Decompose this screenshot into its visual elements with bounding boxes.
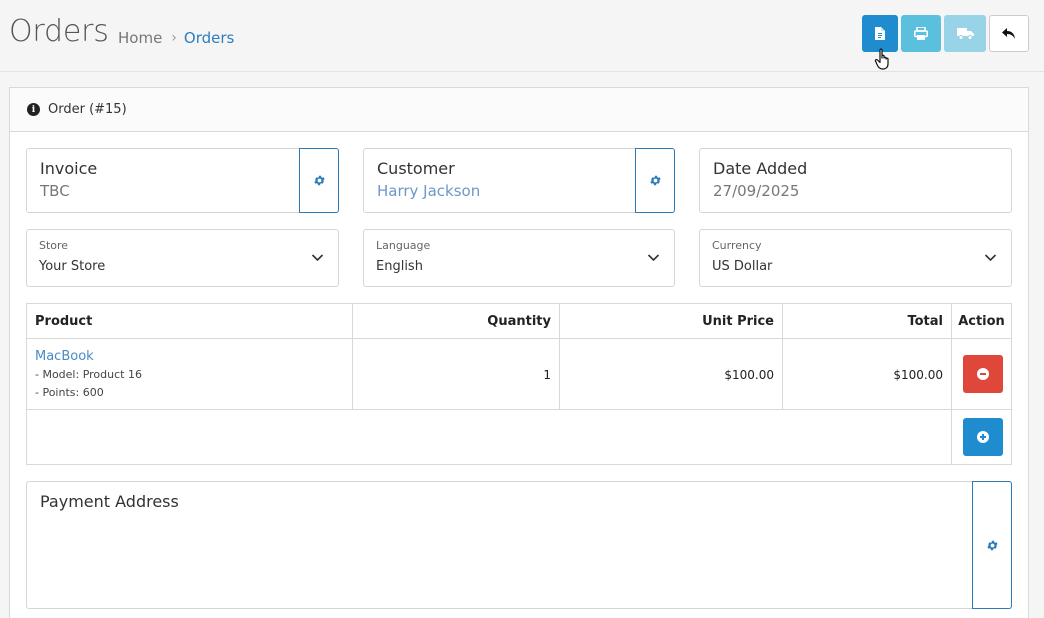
print-button[interactable]	[901, 15, 941, 52]
column-header-product: Product	[27, 304, 353, 339]
breadcrumb-orders[interactable]: Orders	[184, 29, 234, 47]
store-select-value: Your Store	[39, 259, 106, 274]
invoice-value: TBC	[40, 182, 70, 200]
date-added-card: Date Added 27/09/2025	[699, 148, 1012, 213]
info-icon: i	[27, 103, 40, 116]
customer-card: Customer Harry Jackson	[363, 148, 675, 213]
breadcrumb-separator: ›	[171, 30, 177, 46]
invoice-label: Invoice	[40, 159, 98, 178]
panel-heading: i Order (#15)	[10, 88, 1028, 132]
panel-title: Order (#15)	[48, 102, 127, 117]
customer-settings-button[interactable]	[635, 148, 675, 213]
product-points: - Points: 600	[35, 386, 104, 399]
action-cell	[952, 339, 1011, 410]
chevron-down-icon	[647, 254, 660, 262]
total-value: $100.00	[893, 368, 943, 382]
store-select[interactable]: Store Your Store	[26, 229, 339, 287]
gear-icon	[649, 175, 661, 186]
minus-circle-icon	[977, 368, 989, 380]
column-header-action: Action	[952, 304, 1011, 339]
chevron-down-icon	[311, 254, 324, 262]
unit-price-cell: $100.00	[560, 339, 783, 410]
customer-label: Customer	[377, 159, 455, 178]
unit-price-value: $100.00	[724, 368, 774, 382]
page-title: Orders	[9, 14, 109, 49]
payment-address-settings-button[interactable]	[972, 481, 1012, 609]
reply-icon	[1002, 27, 1015, 39]
gear-icon	[986, 540, 998, 550]
total-cell: $100.00	[783, 339, 952, 410]
quantity-cell: 1	[353, 339, 560, 410]
hand-cursor-icon	[874, 48, 889, 70]
add-product-button[interactable]	[963, 418, 1003, 456]
invoice-button[interactable]	[862, 15, 898, 52]
product-model: - Model: Product 16	[35, 368, 142, 381]
currency-select[interactable]: Currency US Dollar	[699, 229, 1012, 287]
add-row-spacer	[27, 410, 952, 464]
product-link[interactable]: MacBook	[35, 349, 94, 364]
plus-circle-icon	[977, 431, 989, 443]
remove-product-button[interactable]	[963, 355, 1003, 393]
truck-icon	[956, 28, 974, 40]
quantity-value: 1	[543, 368, 551, 382]
payment-address-card: Payment Address	[26, 481, 1012, 609]
invoice-card: Invoice TBC	[26, 148, 339, 213]
print-icon	[914, 27, 928, 40]
breadcrumb-home[interactable]: Home	[118, 29, 162, 47]
language-select-value: English	[376, 259, 423, 274]
back-button[interactable]	[989, 15, 1029, 52]
product-cell: MacBook - Model: Product 16 - Points: 60…	[27, 339, 353, 410]
shipping-button[interactable]	[944, 15, 986, 52]
currency-select-label: Currency	[712, 239, 762, 252]
date-added-value: 27/09/2025	[713, 182, 800, 200]
column-header-quantity: Quantity	[353, 304, 560, 339]
language-select-label: Language	[376, 239, 431, 252]
date-added-label: Date Added	[713, 159, 808, 178]
invoice-icon	[875, 27, 885, 40]
currency-select-value: US Dollar	[712, 259, 773, 274]
payment-address-label: Payment Address	[40, 492, 179, 511]
store-select-label: Store	[39, 239, 69, 252]
invoice-settings-button[interactable]	[299, 148, 339, 213]
language-select[interactable]: Language English	[363, 229, 675, 287]
breadcrumb: Home › Orders	[118, 29, 234, 47]
column-header-total: Total	[783, 304, 952, 339]
gear-icon	[313, 175, 325, 186]
chevron-down-icon	[984, 254, 997, 262]
customer-name-link[interactable]: Harry Jackson	[377, 182, 480, 200]
column-header-unit-price: Unit Price	[560, 304, 783, 339]
product-table: Product Quantity Unit Price Total Action…	[26, 303, 1012, 465]
